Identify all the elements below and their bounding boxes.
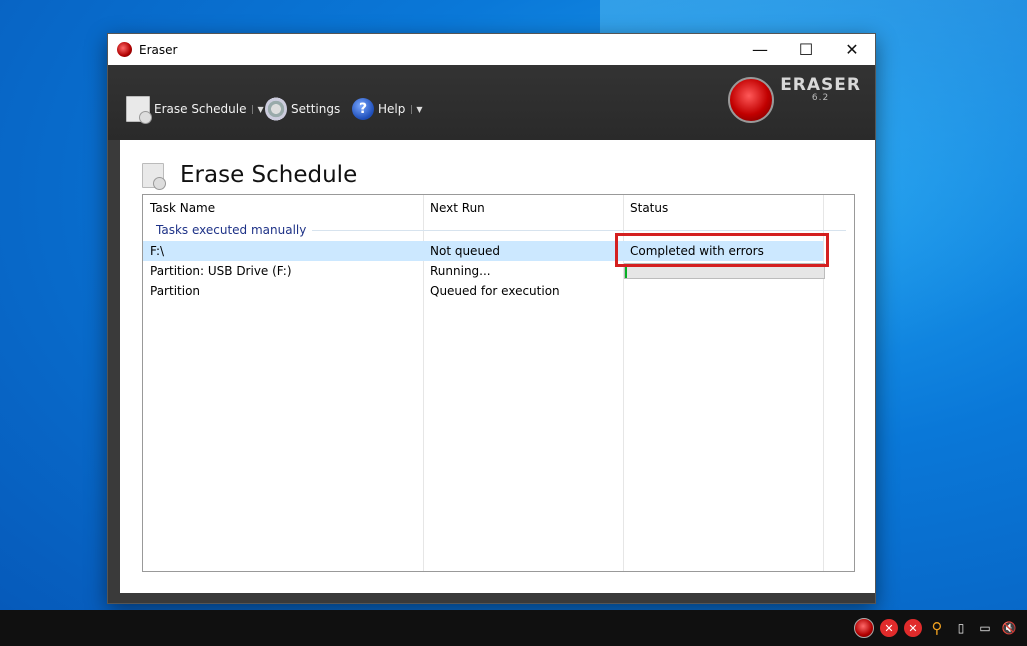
settings-label: Settings [291,102,341,116]
network-icon[interactable]: ▭ [976,619,994,637]
task-name: Partition: USB Drive (F:) [150,264,292,278]
content-panel: Erase Schedule Task Name Next Run Status… [120,140,875,593]
page-title: Erase Schedule [180,162,358,188]
search-icon[interactable]: ⚲ [928,619,946,637]
erase-schedule-button[interactable]: Erase Schedule ▼ [126,95,264,124]
eraser-logo: ERASER 6.2 [728,77,861,123]
window-title: Eraser [139,42,178,57]
task-next-run: Running... [430,264,491,278]
usb-icon[interactable]: ▯ [952,619,970,637]
group-label: Tasks executed manually [156,223,307,237]
header-status[interactable]: Status [630,201,668,215]
help-button[interactable]: ? Help ▼ [352,95,423,123]
radiation-logo-icon [728,77,775,123]
list-header: Task Name Next Run Status [143,195,854,220]
task-name: Partition [150,284,201,298]
eraser-icon[interactable] [854,618,874,638]
schedule-document-icon [126,96,152,124]
toolbar: Erase Schedule ▼ Settings ? Help ▼ ERASE… [108,65,875,140]
schedule-document-icon [142,162,166,190]
eraser-app-icon [117,42,132,57]
logo-version: 6.2 [811,93,830,103]
task-list[interactable]: Task Name Next Run Status Tasks executed… [142,194,855,572]
close-button[interactable]: ✕ [829,34,875,65]
minimize-button[interactable]: — [737,34,783,65]
erase-schedule-label: Erase Schedule [154,102,247,116]
table-row[interactable]: Partition Queued for execution [143,281,823,301]
task-next-run: Queued for execution [430,284,560,298]
help-label: Help [378,102,406,116]
status-highlight-box [615,233,829,267]
header-task-name[interactable]: Task Name [150,201,215,215]
settings-button[interactable]: Settings [265,95,340,123]
title-bar: Eraser — ☐ ✕ [108,34,875,65]
task-name: F:\ [150,244,165,258]
help-dropdown-icon[interactable]: ▼ [411,104,423,114]
task-next-run: Not queued [430,244,501,258]
error-icon[interactable]: ✕ [904,619,922,637]
maximize-button[interactable]: ☐ [783,34,829,65]
help-icon: ? [352,98,374,120]
group-divider [312,229,846,231]
header-next-run[interactable]: Next Run [430,201,485,215]
eraser-window: Eraser — ☐ ✕ Erase Schedule ▼ Settings ?… [107,33,876,604]
system-tray: ✕ ✕ ⚲ ▯ ▭ 🔇 [851,610,1021,646]
logo-name: ERASER [780,75,861,95]
error-icon[interactable]: ✕ [880,619,898,637]
taskbar: ✕ ✕ ⚲ ▯ ▭ 🔇 [0,610,1027,646]
gear-icon [265,97,287,121]
erase-schedule-dropdown-icon[interactable]: ▼ [252,104,264,114]
mute-icon[interactable]: 🔇 [1000,619,1018,637]
